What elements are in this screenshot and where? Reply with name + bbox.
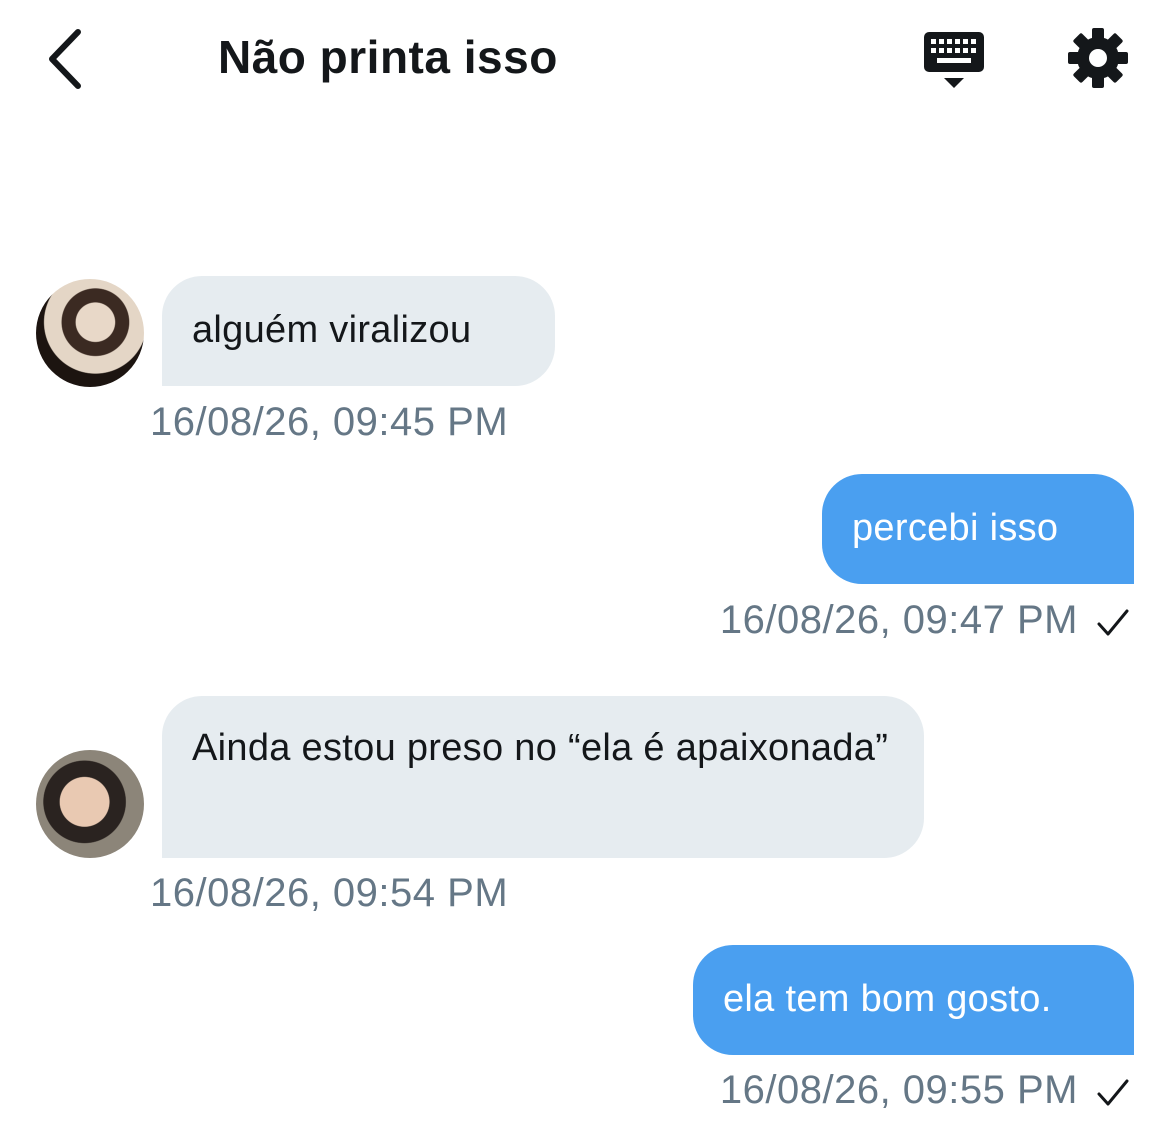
incoming-message-bubble[interactable]: Ainda estou preso no “ela é apaixonada” <box>162 696 924 858</box>
sender-avatar[interactable] <box>36 750 144 858</box>
checkmark-icon <box>1097 609 1129 636</box>
chevron-left-icon <box>49 29 81 89</box>
message-timestamp: 16/08/26, 09:54 PM <box>150 871 509 915</box>
settings-button[interactable] <box>1066 26 1130 90</box>
checkmark-icon <box>1097 1079 1129 1106</box>
outgoing-message-bubble[interactable]: percebi isso <box>822 474 1134 584</box>
conversation-title: Não printa isso <box>218 31 558 83</box>
dm-conversation-screen: Não printa isso alguém viralizou 16/08/2… <box>0 0 1170 1127</box>
incoming-message-bubble[interactable]: alguém viralizou <box>162 276 555 386</box>
keyboard-toggle-button[interactable] <box>920 28 988 92</box>
outgoing-message-bubble[interactable]: ela tem bom gosto. <box>693 945 1134 1055</box>
message-timestamp: 16/08/26, 09:45 PM <box>150 400 509 444</box>
message-timestamp: 16/08/26, 09:55 PM <box>719 1068 1078 1112</box>
gear-icon <box>1068 28 1128 88</box>
back-button[interactable] <box>40 26 100 92</box>
sender-avatar[interactable] <box>36 279 144 387</box>
keyboard-icon <box>924 32 984 88</box>
conversation-header: Não printa isso <box>0 0 1170 120</box>
message-timestamp: 16/08/26, 09:47 PM <box>719 598 1078 642</box>
